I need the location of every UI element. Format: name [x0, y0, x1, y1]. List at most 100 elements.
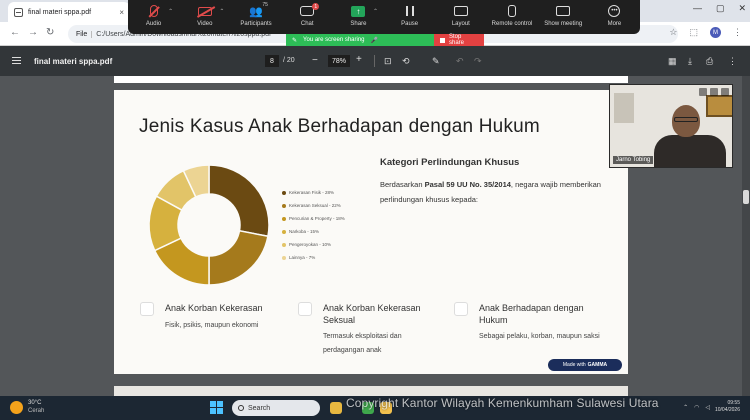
- redo-icon[interactable]: ↷: [474, 56, 482, 67]
- more-icon: •••: [608, 5, 621, 17]
- minimize-icon[interactable]: —: [693, 3, 702, 14]
- screen-sharing-banner: ✎ You are screen sharing 🎤 Stop share: [286, 34, 484, 46]
- participants-icon: 👥: [249, 5, 263, 18]
- chat-unread-badge: 1: [312, 3, 320, 10]
- clock-time: 09:55: [727, 400, 740, 406]
- legend-item: Lainnya - 7%: [282, 251, 345, 264]
- zoom-level-input[interactable]: 78%: [328, 55, 350, 67]
- weather-description: Cerah: [28, 408, 45, 414]
- remote-control-button[interactable]: Remote control: [486, 4, 537, 27]
- chevron-down-icon[interactable]: ⌃: [168, 8, 173, 15]
- video-expand-icon[interactable]: [721, 88, 729, 96]
- video-minimize-icon[interactable]: [699, 88, 707, 96]
- taskbar-app-icon[interactable]: [330, 402, 342, 414]
- card-1-title: Anak Korban Kekerasan: [165, 303, 263, 313]
- screen: final materi sppa.pdf × — ▢ ✕ ← → ↻ File…: [0, 0, 750, 420]
- next-page-edge: [114, 386, 628, 396]
- draw-icon[interactable]: ✎: [432, 56, 440, 67]
- weather-sun-icon[interactable]: [10, 401, 23, 414]
- sharing-status[interactable]: ✎ You are screen sharing 🎤: [286, 34, 434, 46]
- card-1-desc: Fisik, psikis, maupun ekonomi: [165, 322, 259, 329]
- legend-swatch: [282, 229, 286, 234]
- browser-menu-icon[interactable]: ⋮: [733, 27, 742, 38]
- taskbar-search[interactable]: Search: [232, 400, 320, 416]
- undo-icon[interactable]: ↶: [456, 56, 464, 67]
- maximize-icon[interactable]: ▢: [716, 3, 725, 14]
- menu-icon[interactable]: [12, 57, 21, 64]
- back-icon[interactable]: ←: [10, 27, 20, 38]
- video-person-glasses: [674, 117, 698, 122]
- volume-icon[interactable]: ◁: [705, 404, 710, 411]
- download-icon[interactable]: ⤓: [688, 56, 692, 67]
- pause-button[interactable]: Pause: [384, 4, 435, 27]
- window-controls: — ▢ ✕: [693, 3, 746, 14]
- search-label: Search: [248, 404, 271, 412]
- card-3-title: Anak Berhadapan dengan Hukum: [479, 303, 584, 325]
- more-button[interactable]: ••• More: [589, 4, 640, 27]
- thumbnails-icon[interactable]: ▦: [668, 56, 677, 67]
- legend-swatch: [282, 190, 286, 195]
- close-window-icon[interactable]: ✕: [738, 3, 746, 14]
- chat-button[interactable]: 1 Chat: [282, 3, 333, 27]
- video-wall-item: [614, 93, 634, 123]
- audio-button[interactable]: ⌃ Audio: [128, 4, 179, 27]
- stop-share-button[interactable]: Stop share: [434, 34, 484, 46]
- start-menu-icon[interactable]: [210, 401, 223, 414]
- copyright-watermark: Copyright Kantor Wilayah Kemenkumham Sul…: [346, 396, 659, 410]
- sharing-status-icon: ✎: [292, 37, 298, 44]
- extensions-icon[interactable]: ⬚: [689, 27, 698, 38]
- reload-icon[interactable]: ↻: [46, 27, 54, 38]
- card-2-title: Anak Korban Kekerasan Seksual: [323, 303, 421, 325]
- page-number-input[interactable]: 8: [265, 55, 279, 67]
- participant-video[interactable]: Jarno Tobing: [609, 84, 733, 168]
- browser-tab[interactable]: final materi sppa.pdf ×: [8, 2, 130, 22]
- show-meeting-icon: [556, 6, 571, 16]
- share-button[interactable]: ↑ ⌃ Share: [333, 4, 384, 27]
- remote-control-label: Remote control: [491, 21, 533, 27]
- participants-button[interactable]: 👥 75 Participants: [230, 2, 281, 27]
- made-with-brand: GAMMA: [587, 362, 608, 368]
- legend-item: Kekerasan Seksual - 22%: [282, 199, 345, 212]
- zoom-in-icon[interactable]: +: [356, 54, 362, 65]
- forward-icon[interactable]: →: [28, 27, 38, 38]
- clock[interactable]: 09:55 10/04/2026: [715, 400, 740, 414]
- legend-item: Kekerasan Fisik - 28%: [282, 186, 345, 199]
- legend-label: Pengeroyokan - 10%: [289, 242, 332, 247]
- zoom-meeting-toolbar: ⌃ Audio ⌃ Video 👥 75 Participants 1 Chat…: [128, 0, 640, 34]
- scrollbar-thumb[interactable]: [743, 190, 749, 204]
- video-person-body: [654, 135, 726, 167]
- fit-page-icon[interactable]: ⊡: [384, 56, 392, 67]
- profile-avatar[interactable]: M: [710, 27, 721, 38]
- card-3-desc: Sebagai pelaku, korban, maupun saksi: [479, 333, 600, 340]
- rotate-icon[interactable]: ⟲: [402, 56, 410, 67]
- card-3-icon-box: [454, 302, 468, 316]
- zoom-out-icon[interactable]: −: [312, 55, 318, 66]
- chevron-down-icon[interactable]: ⌃: [373, 8, 378, 15]
- donut-slice-1: [208, 164, 270, 238]
- mic-muted-icon: [149, 5, 158, 17]
- show-meeting-button[interactable]: Show meeting: [538, 4, 589, 27]
- more-label: More: [607, 21, 622, 27]
- layout-button[interactable]: Layout: [435, 4, 486, 27]
- chat-label: Chat: [300, 21, 314, 27]
- pdf-more-icon[interactable]: ⋮: [728, 56, 737, 67]
- page-total: / 20: [283, 57, 295, 64]
- legend-swatch: [282, 242, 286, 247]
- chevron-up-icon[interactable]: ⌃: [683, 404, 688, 411]
- scrollbar[interactable]: [742, 76, 750, 396]
- share-label: Share: [350, 21, 367, 27]
- legend-swatch: [282, 203, 286, 208]
- card-2-desc: Termasuk eksploitasi dan perdagangan ana…: [323, 333, 402, 354]
- system-tray: ⌃ ◠ ◁: [683, 404, 710, 411]
- bookmark-star-icon[interactable]: ☆: [669, 27, 677, 38]
- made-with-gamma-badge[interactable]: Made with GAMMA: [548, 359, 622, 371]
- video-picture-frame: [706, 95, 732, 117]
- video-button[interactable]: ⌃ Video: [179, 4, 230, 27]
- legend-label: Pencurian & Property - 18%: [289, 216, 345, 221]
- chevron-down-icon[interactable]: ⌃: [219, 8, 224, 15]
- tab-close-icon[interactable]: ×: [119, 8, 124, 17]
- card-1-icon-box: [140, 302, 154, 316]
- print-icon[interactable]: ⎙: [706, 56, 713, 67]
- video-layout-icon[interactable]: [710, 88, 718, 96]
- wifi-icon[interactable]: ◠: [694, 404, 699, 411]
